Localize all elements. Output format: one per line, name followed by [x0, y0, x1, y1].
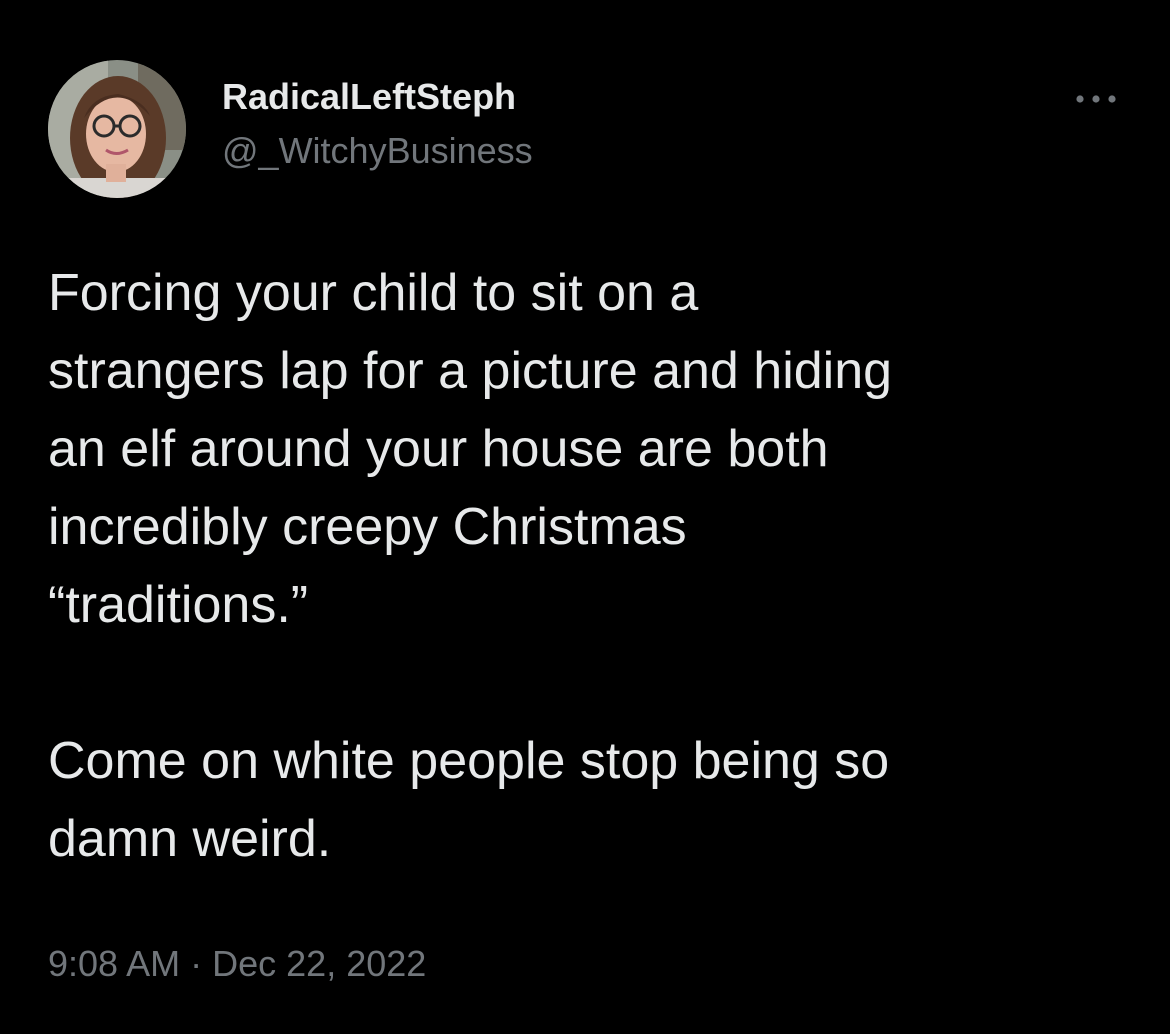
more-options-button[interactable] — [1072, 84, 1122, 114]
tweet-time[interactable]: 9:08 AM — [48, 943, 180, 984]
tweet-timestamp: 9:08 AM · Dec 22, 2022 — [48, 942, 426, 986]
tweet: RadicalLeftSteph @_WitchyBusiness Forcin… — [0, 0, 1170, 1034]
author-names[interactable]: RadicalLeftSteph @_WitchyBusiness — [222, 76, 533, 172]
display-name[interactable]: RadicalLeftSteph — [222, 76, 533, 118]
user-handle[interactable]: @_WitchyBusiness — [222, 130, 533, 172]
timestamp-separator: · — [190, 943, 203, 984]
profile-photo-icon — [48, 60, 186, 198]
tweet-text: Forcing your child to sit on a strangers… — [48, 264, 893, 868]
tweet-date[interactable]: Dec 22, 2022 — [212, 943, 426, 984]
ellipsis-icon — [1076, 95, 1116, 103]
avatar[interactable] — [48, 60, 186, 198]
